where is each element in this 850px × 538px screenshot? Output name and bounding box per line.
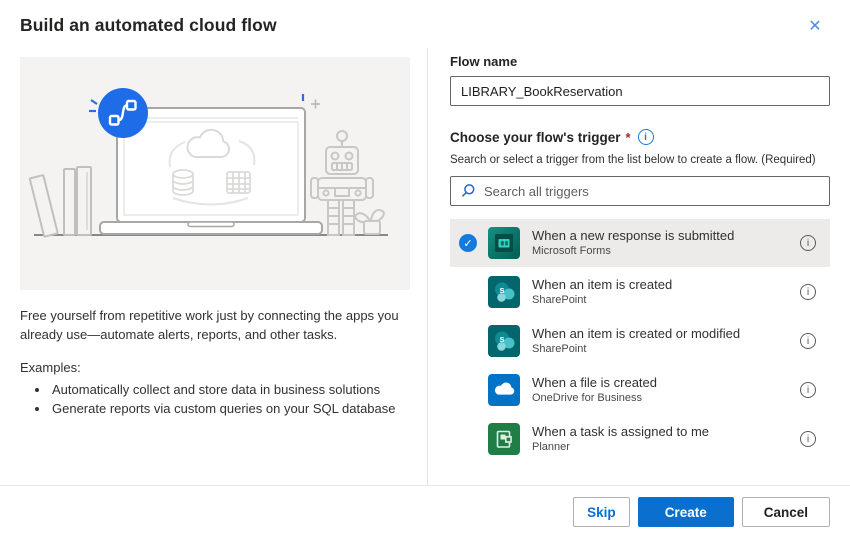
examples-list: Automatically collect and store data in … bbox=[20, 380, 410, 418]
example-item: Generate reports via custom queries on y… bbox=[50, 399, 410, 418]
trigger-service: Planner bbox=[532, 441, 800, 454]
required-asterisk: * bbox=[625, 130, 630, 145]
robot-graphic bbox=[311, 131, 373, 235]
trigger-text: When a task is assigned to me Planner bbox=[532, 424, 800, 454]
trigger-service: SharePoint bbox=[532, 294, 800, 307]
trigger-title: When a new response is submitted bbox=[532, 228, 800, 243]
selected-check-icon: ✓ bbox=[459, 234, 477, 252]
trigger-label: Choose your flow's trigger bbox=[450, 130, 620, 145]
trigger-service: Microsoft Forms bbox=[532, 245, 800, 258]
info-icon[interactable]: i bbox=[638, 129, 654, 145]
trigger-title: When an item is created bbox=[532, 277, 800, 292]
right-panel: Flow name Choose your flow's trigger * i… bbox=[450, 54, 830, 464]
planner-icon bbox=[488, 423, 520, 455]
microsoft-forms-icon bbox=[488, 227, 520, 259]
close-icon[interactable]: ✕ bbox=[804, 16, 826, 38]
info-icon[interactable]: i bbox=[800, 431, 816, 447]
illustration-svg bbox=[20, 57, 410, 290]
example-item: Automatically collect and store data in … bbox=[50, 380, 410, 399]
panel-description: Free yourself from repetitive work just … bbox=[20, 306, 410, 344]
onedrive-icon bbox=[488, 374, 520, 406]
trigger-search-box[interactable] bbox=[450, 176, 830, 206]
plus-sparkle bbox=[311, 100, 320, 109]
flow-name-input[interactable] bbox=[450, 76, 830, 106]
build-automated-flow-dialog: Build an automated cloud flow ✕ bbox=[0, 0, 850, 538]
trigger-row-planner-task-assigned[interactable]: When a task is assigned to me Planner i bbox=[450, 415, 830, 463]
books-graphic bbox=[30, 167, 91, 237]
trigger-text: When a new response is submitted Microso… bbox=[532, 228, 800, 258]
svg-text:s: s bbox=[499, 334, 504, 345]
trigger-row-microsoft-forms[interactable]: ✓ When a new response is submitted Micro… bbox=[450, 219, 830, 267]
trigger-service: SharePoint bbox=[532, 343, 800, 356]
trigger-help-text: Search or select a trigger from the list… bbox=[450, 154, 830, 166]
search-icon bbox=[460, 183, 476, 199]
flow-name-label: Flow name bbox=[450, 54, 830, 69]
trigger-service: OneDrive for Business bbox=[532, 392, 800, 405]
check-column: ✓ bbox=[459, 234, 488, 252]
trigger-title: When an item is created or modified bbox=[532, 326, 800, 341]
trigger-row-sharepoint-modified[interactable]: s When an item is created or modified Sh… bbox=[450, 317, 830, 365]
svg-text:s: s bbox=[499, 285, 504, 296]
create-button[interactable]: Create bbox=[638, 497, 734, 527]
info-icon[interactable]: i bbox=[800, 284, 816, 300]
power-automate-badge-icon bbox=[98, 88, 148, 138]
trigger-row-sharepoint-created[interactable]: s When an item is created SharePoint i bbox=[450, 268, 830, 316]
info-icon[interactable]: i bbox=[800, 235, 816, 251]
cancel-button[interactable]: Cancel bbox=[742, 497, 830, 527]
vertical-divider bbox=[427, 48, 428, 485]
trigger-row-onedrive-file-created[interactable]: When a file is created OneDrive for Busi… bbox=[450, 366, 830, 414]
info-icon[interactable]: i bbox=[800, 333, 816, 349]
trigger-header: Choose your flow's trigger * i bbox=[450, 129, 830, 145]
trigger-text: When an item is created or modified Shar… bbox=[532, 326, 800, 356]
skip-button[interactable]: Skip bbox=[573, 497, 630, 527]
trigger-list: ✓ When a new response is submitted Micro… bbox=[450, 219, 830, 463]
cloud-flow-illustration bbox=[20, 57, 410, 290]
search-input[interactable] bbox=[484, 184, 820, 199]
sharepoint-icon: s bbox=[488, 276, 520, 308]
trigger-text: When an item is created SharePoint bbox=[532, 277, 800, 307]
dialog-title: Build an automated cloud flow bbox=[20, 15, 277, 36]
examples-label: Examples: bbox=[20, 359, 410, 377]
sharepoint-icon: s bbox=[488, 325, 520, 357]
trigger-title: When a file is created bbox=[532, 375, 800, 390]
plant-graphic bbox=[355, 210, 384, 234]
trigger-title: When a task is assigned to me bbox=[532, 424, 800, 439]
left-panel: Free yourself from repetitive work just … bbox=[20, 57, 410, 418]
dialog-footer: Skip Create Cancel bbox=[0, 485, 850, 538]
trigger-text: When a file is created OneDrive for Busi… bbox=[532, 375, 800, 405]
info-icon[interactable]: i bbox=[800, 382, 816, 398]
